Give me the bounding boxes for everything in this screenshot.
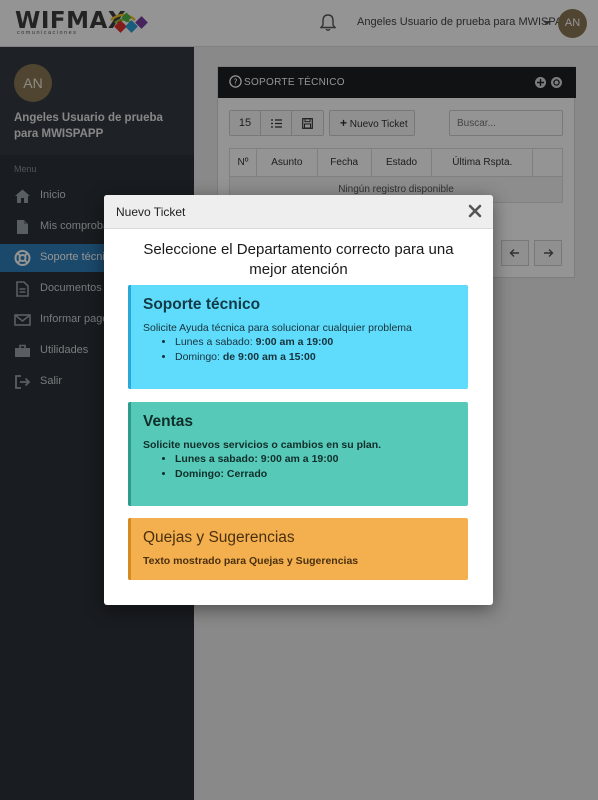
modal-heading: Seleccione el Departamento correcto para… [143, 241, 454, 278]
modal-header: Nuevo Ticket [104, 195, 493, 229]
department-hours: Lunes a sabado: 9:00 am a 19:00 Domingo:… [151, 335, 333, 365]
department-title: Soporte técnico [143, 296, 261, 313]
hours-value: Cerrado [226, 468, 268, 480]
hours-value: de 9:00 am a 15:00 [222, 351, 316, 363]
hours-label: Domingo: [175, 468, 224, 480]
hours-item: Domingo: Cerrado [175, 467, 338, 482]
close-icon[interactable] [468, 204, 482, 218]
department-description: Solicite Ayuda técnica para solucionar c… [143, 322, 412, 334]
department-title: Quejas y Sugerencias [143, 529, 295, 546]
hours-label: Lunes a sabado: [175, 453, 258, 465]
department-description: Texto mostrado para Quejas y Sugerencias [143, 555, 359, 567]
department-title: Ventas [143, 413, 193, 430]
hours-value: 9:00 am a 19:00 [255, 336, 334, 348]
department-card-ventas[interactable]: Ventas Solicite nuevos servicios o cambi… [128, 402, 468, 506]
hours-item: Domingo: de 9:00 am a 15:00 [175, 350, 333, 365]
department-card-soporte[interactable]: Soporte técnico Solicite Ayuda técnica p… [128, 285, 468, 389]
department-card-quejas[interactable]: Quejas y Sugerencias Texto mostrado para… [128, 518, 468, 580]
hours-label: Lunes a sabado: [175, 336, 253, 348]
department-hours: Lunes a sabado: 9:00 am a 19:00 Domingo:… [151, 452, 338, 482]
hours-value: 9:00 am a 19:00 [260, 453, 339, 465]
new-ticket-modal: Nuevo Ticket Seleccione el Departamento … [104, 195, 493, 605]
modal-title: Nuevo Ticket [116, 205, 186, 219]
hours-item: Lunes a sabado: 9:00 am a 19:00 [175, 335, 333, 350]
hours-label: Domingo: [175, 351, 220, 363]
department-description: Solicite nuevos servicios o cambios en s… [143, 439, 382, 451]
hours-item: Lunes a sabado: 9:00 am a 19:00 [175, 452, 338, 467]
